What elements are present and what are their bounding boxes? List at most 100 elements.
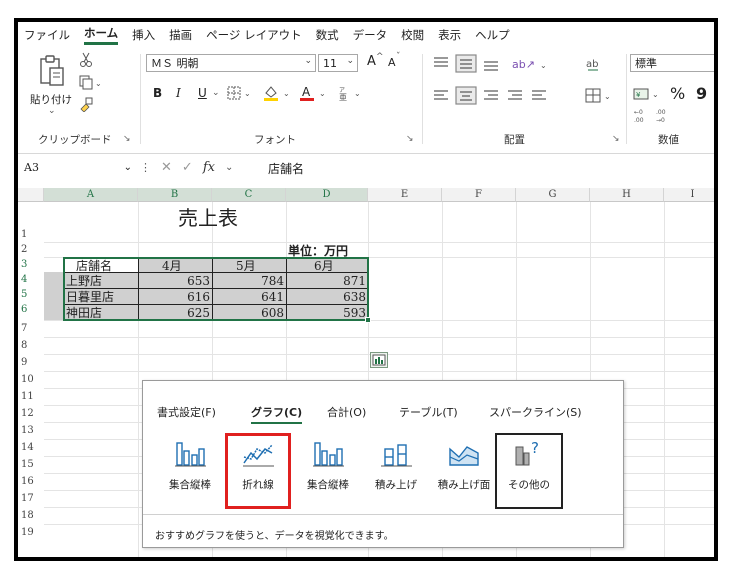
row-header-17[interactable]: 17 <box>18 492 44 505</box>
underline-button[interactable]: U <box>198 86 207 100</box>
tab-formulas[interactable]: 数式 <box>316 27 339 43</box>
header-cell-april[interactable]: 4月 <box>162 259 182 273</box>
qa-item-more[interactable]: ? その他の <box>495 433 563 509</box>
insert-function-chevron-icon[interactable]: ⌄ <box>225 162 233 173</box>
row-header-7[interactable]: 7 <box>18 322 44 335</box>
unit-cell[interactable]: 単位：万円 <box>288 244 348 258</box>
qa-item-stacked-area[interactable]: 積み上げ面 <box>427 433 501 509</box>
table-cell[interactable]: 641 <box>214 290 284 304</box>
row-header-19[interactable]: 19 <box>18 526 44 539</box>
enter-icon[interactable]: ✓ <box>182 160 193 175</box>
copy-icon[interactable]: ⌄ <box>78 74 102 90</box>
header-cell-may[interactable]: 5月 <box>236 259 256 273</box>
column-header-e[interactable]: E <box>368 188 442 202</box>
header-cell-june[interactable]: 6月 <box>314 259 334 273</box>
paste-icon[interactable] <box>38 54 66 88</box>
qa-tab-totals[interactable]: 合計(O) <box>327 404 366 420</box>
select-all-corner[interactable] <box>18 188 44 202</box>
column-header-h[interactable]: H <box>590 188 664 202</box>
row-header-12[interactable]: 12 <box>18 407 44 420</box>
row-header-1[interactable]: 1 <box>18 228 44 241</box>
column-header-d[interactable]: D <box>286 188 368 202</box>
table-cell-store[interactable]: 神田店 <box>66 306 102 320</box>
table-cell-store[interactable]: 上野店 <box>66 274 102 288</box>
table-cell[interactable]: 625 <box>140 306 210 320</box>
tab-review[interactable]: 校閲 <box>401 27 424 43</box>
table-cell[interactable]: 638 <box>288 290 366 304</box>
cancel-icon[interactable]: ✕ <box>161 160 172 175</box>
qa-item-clustered-column[interactable]: 集合縦棒 <box>157 433 223 509</box>
qa-item-clustered-column-2[interactable]: 集合縦棒 <box>295 433 361 509</box>
decimal-adjust-icons[interactable]: ←0.00.00 →0 <box>632 106 676 124</box>
format-painter-icon[interactable] <box>78 96 94 112</box>
row-header-18[interactable]: 18 <box>18 509 44 522</box>
table-cell[interactable]: 871 <box>288 274 366 288</box>
column-header-f[interactable]: F <box>442 188 516 202</box>
row-header-15[interactable]: 15 <box>18 458 44 471</box>
column-header-i[interactable]: I <box>664 188 714 202</box>
quick-analysis-button[interactable] <box>370 352 388 368</box>
header-cell-store[interactable]: 店舗名 <box>76 259 136 273</box>
shrink-font-button[interactable]: A <box>388 56 396 69</box>
paste-label[interactable]: 貼り付け <box>30 92 72 107</box>
paste-chevron-icon[interactable]: ⌄ <box>48 106 56 116</box>
italic-button[interactable]: I <box>176 86 181 100</box>
bold-button[interactable]: B <box>153 86 162 100</box>
tab-file[interactable]: ファイル <box>24 27 70 43</box>
tab-view[interactable]: 表示 <box>438 27 461 43</box>
wrap-text-icon[interactable]: ab <box>584 54 604 74</box>
row-header-3[interactable]: 3 <box>18 258 44 271</box>
qa-tab-formatting[interactable]: 書式設定(F) <box>157 404 216 420</box>
column-header-b[interactable]: B <box>138 188 212 202</box>
table-cell[interactable]: 784 <box>214 274 284 288</box>
row-header-13[interactable]: 13 <box>18 424 44 437</box>
table-cell[interactable]: 593 <box>288 306 366 320</box>
fill-color-icon[interactable]: ⌄ <box>262 84 294 102</box>
alignment-launcher-icon[interactable]: ↘ <box>612 134 620 144</box>
qa-tab-tables[interactable]: テーブル(T) <box>399 404 458 420</box>
tab-draw[interactable]: 描画 <box>169 27 192 43</box>
row-header-8[interactable]: 8 <box>18 339 44 352</box>
sheet-title-cell[interactable]: 売上表 <box>178 206 238 230</box>
table-cell[interactable]: 653 <box>140 274 210 288</box>
row-header-9[interactable]: 9 <box>18 356 44 369</box>
name-box-chevron-icon[interactable]: ⌄ <box>124 162 132 173</box>
merge-center-icon[interactable]: ⌄ <box>584 86 614 106</box>
number-format-select[interactable]: 標準 <box>630 54 714 72</box>
horizontal-align-icons[interactable] <box>428 86 578 106</box>
clipboard-launcher-icon[interactable]: ↘ <box>123 134 131 144</box>
tab-insert[interactable]: 挿入 <box>132 27 155 43</box>
row-header-11[interactable]: 11 <box>18 390 44 403</box>
row-header-2[interactable]: 2 <box>18 243 44 256</box>
percent-style-button[interactable]: % <box>670 84 685 103</box>
qa-tab-sparklines[interactable]: スパークライン(S) <box>489 404 582 420</box>
accounting-format-icon[interactable]: ¥ ⌄ <box>632 84 664 104</box>
table-cell-store[interactable]: 日暮里店 <box>66 290 114 304</box>
row-header-10[interactable]: 10 <box>18 373 44 386</box>
grow-font-button[interactable]: A <box>367 54 376 69</box>
tab-help[interactable]: ヘルプ <box>475 27 510 43</box>
tab-data[interactable]: データ <box>353 27 388 43</box>
table-cell[interactable]: 608 <box>214 306 284 320</box>
formula-input[interactable]: 店舗名 <box>268 160 304 177</box>
column-header-c[interactable]: C <box>212 188 286 202</box>
font-color-icon[interactable]: A ⌄ <box>298 84 330 102</box>
tab-page-layout[interactable]: ページ レイアウト <box>206 27 301 43</box>
row-header-14[interactable]: 14 <box>18 441 44 454</box>
column-header-g[interactable]: G <box>516 188 590 202</box>
phonetic-guide-icon[interactable]: ア亜 ⌄ <box>336 84 366 102</box>
tab-home[interactable]: ホーム <box>84 25 119 45</box>
row-header-16[interactable]: 16 <box>18 475 44 488</box>
font-size-select[interactable]: 11 ⌄ <box>318 54 358 72</box>
row-header-4[interactable]: 4 <box>18 273 44 286</box>
qa-item-stacked[interactable]: 積み上げ <box>363 433 429 509</box>
font-name-select[interactable]: ＭＳ 明朝 ⌄ <box>146 54 316 72</box>
vertical-align-icons[interactable]: ab↗ ⌄ <box>428 54 578 74</box>
comma-style-button[interactable]: 9 <box>696 84 707 103</box>
cut-icon[interactable] <box>78 52 94 68</box>
qa-tab-charts[interactable]: グラフ(C) <box>251 404 303 424</box>
row-header-6[interactable]: 6 <box>18 303 44 316</box>
column-header-a[interactable]: A <box>44 188 138 202</box>
underline-chevron-icon[interactable]: ⌄ <box>212 88 220 98</box>
row-header-5[interactable]: 5 <box>18 288 44 301</box>
